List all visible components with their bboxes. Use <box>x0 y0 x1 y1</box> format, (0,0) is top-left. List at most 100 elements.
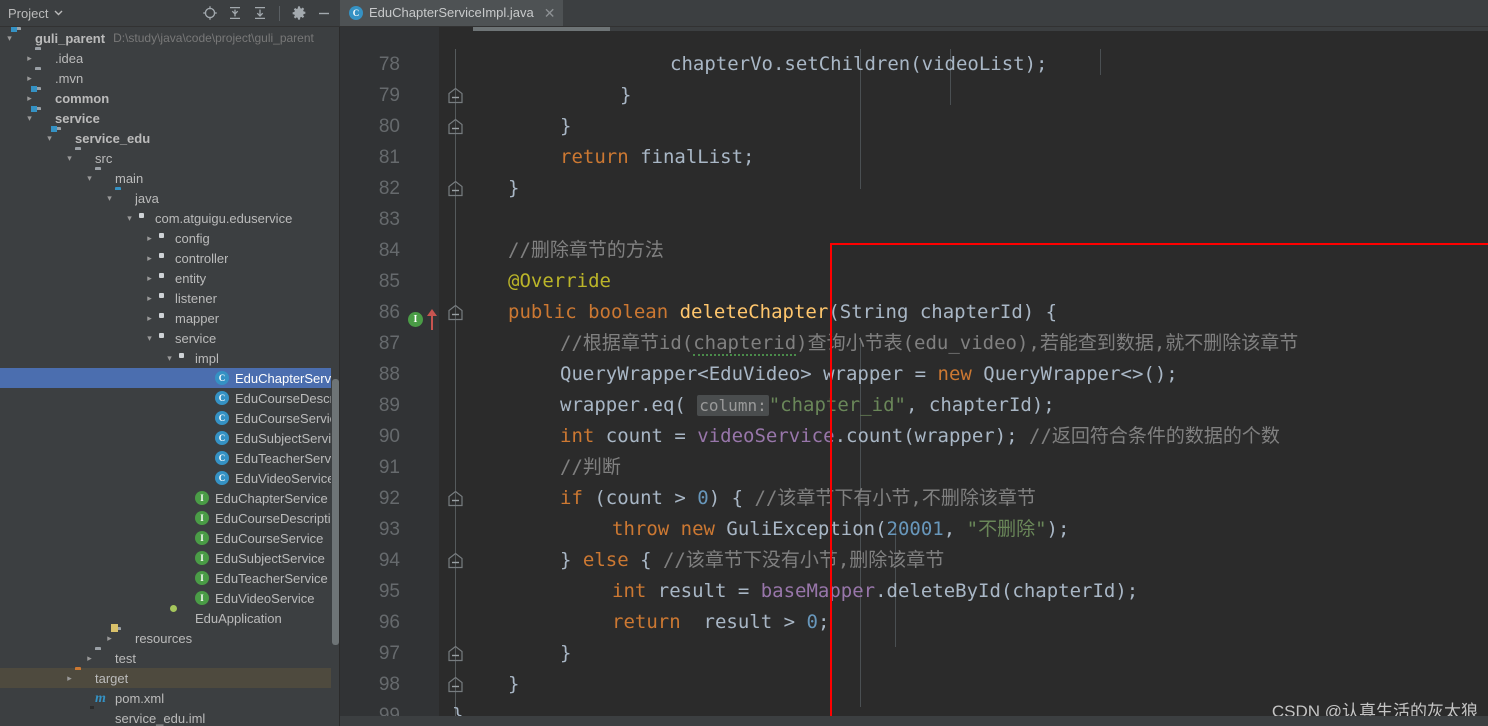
code-fold-marker-icon[interactable] <box>447 118 464 135</box>
tree-expander-icon[interactable]: ▾ <box>84 173 95 184</box>
editor-line-78[interactable]: 78 chapterVo.setChildren(videoList); <box>340 49 1488 80</box>
tree-node-service-edu-iml[interactable]: ▸service_edu.iml <box>0 708 340 726</box>
gear-icon[interactable] <box>291 5 307 21</box>
code-fold-marker-icon[interactable] <box>447 304 464 321</box>
tree-node-educourseserviceimpl[interactable]: ▸CEduCourseServiceImpl <box>0 408 340 428</box>
tree-expander-icon[interactable]: ▸ <box>24 73 35 84</box>
editor-line-87[interactable]: 87 //根据章节id(chapterid)查询小节表(edu_video),若能… <box>340 328 1488 359</box>
tree-expander-icon[interactable]: ▸ <box>64 673 75 684</box>
editor-horizontal-scrollbar[interactable] <box>340 27 1488 31</box>
tree-expander-icon[interactable]: ▾ <box>4 33 15 44</box>
locate-target-icon[interactable] <box>202 5 218 21</box>
tree-node-educhapterserviceimpl[interactable]: ▸CEduChapterServiceImpl <box>0 368 340 388</box>
editor-line-81[interactable]: 81 return finalList; <box>340 142 1488 173</box>
project-toolwindow-title[interactable]: Project <box>8 6 48 21</box>
tree-node-main[interactable]: ▾ main <box>0 168 340 188</box>
tree-node-service-edu[interactable]: ▾ service_edu <box>0 128 340 148</box>
tree-node-educoursedescriptionserviceimpl[interactable]: ▸CEduCourseDescriptionServiceImpl <box>0 388 340 408</box>
tree-node-config[interactable]: ▸ config <box>0 228 340 248</box>
tree-node--mvn[interactable]: ▸ .mvn <box>0 68 340 88</box>
tree-node-java[interactable]: ▾ java <box>0 188 340 208</box>
editor-line-80[interactable]: 80} <box>340 111 1488 142</box>
arrow-up-icon[interactable] <box>425 307 439 335</box>
tree-expander-icon[interactable]: ▾ <box>164 353 175 364</box>
editor-tab-educhapterserviceimpl[interactable]: C EduChapterServiceImpl.java ✕ <box>340 0 564 26</box>
editor-line-86[interactable]: 86 public boolean deleteChapter(String ch… <box>340 297 1488 328</box>
tree-node-common[interactable]: ▸ common <box>0 88 340 108</box>
editor-line-98[interactable]: 98} <box>340 669 1488 700</box>
tree-node-com-atguigu-eduservice[interactable]: ▾ com.atguigu.eduservice <box>0 208 340 228</box>
scrollbar-thumb[interactable] <box>332 379 339 645</box>
tree-node-eduapplication[interactable]: ▸EduApplication <box>0 608 340 628</box>
tree-node-educoursedescriptionservice[interactable]: ▸IEduCourseDescriptionService <box>0 508 340 528</box>
editor-line-91[interactable]: 91 //判断 <box>340 452 1488 483</box>
tree-node-label: src <box>95 150 113 166</box>
chevron-down-icon[interactable] <box>54 8 63 19</box>
tree-expander-icon[interactable]: ▸ <box>24 93 35 104</box>
code-editor[interactable]: 78 chapterVo.setChildren(videoList); 79} 80… <box>340 27 1488 726</box>
tree-node-guli-parent[interactable]: ▾ guli_parent D:\study\java\code\project\g… <box>0 28 340 48</box>
tree-expander-icon[interactable]: ▸ <box>144 273 155 284</box>
tree-node-eduteacherserviceimpl[interactable]: ▸CEduTeacherServiceImpl <box>0 448 340 468</box>
editor-line-90[interactable]: 90 int count = videoService.count(wrapper… <box>340 421 1488 452</box>
implements-method-icon[interactable]: I <box>408 312 423 327</box>
editor-line-95[interactable]: 95 int result = baseMapper.deleteById(cha… <box>340 576 1488 607</box>
tree-expander-icon[interactable]: ▾ <box>44 133 55 144</box>
editor-line-83[interactable]: 83 <box>340 204 1488 235</box>
tree-node-eduvideoservice[interactable]: ▸IEduVideoService <box>0 588 340 608</box>
code-fold-marker-icon[interactable] <box>447 552 464 569</box>
editor-line-92[interactable]: 92 if (count > 0) { //该章节下有小节,不删除该章节 <box>340 483 1488 514</box>
tree-node-resources[interactable]: ▸ resources <box>0 628 340 648</box>
tree-node-eduteacherservice[interactable]: ▸IEduTeacherService <box>0 568 340 588</box>
editor-line-94[interactable]: 94} else { //该章节下没有小节,删除该章节 <box>340 545 1488 576</box>
tree-expander-icon[interactable]: ▾ <box>24 113 35 124</box>
tree-node-entity[interactable]: ▸ entity <box>0 268 340 288</box>
collapse-all-icon[interactable] <box>252 5 268 21</box>
tree-expander-icon[interactable]: ▾ <box>104 193 115 204</box>
tree-node-edusubjectservice[interactable]: ▸IEduSubjectService <box>0 548 340 568</box>
tree-node-pom-xml[interactable]: ▸mpom.xml <box>0 688 340 708</box>
tree-node-mapper[interactable]: ▸ mapper <box>0 308 340 328</box>
minimize-icon[interactable] <box>316 5 332 21</box>
tree-expander-icon[interactable]: ▸ <box>144 233 155 244</box>
code-fold-marker-icon[interactable] <box>447 87 464 104</box>
editor-line-89[interactable]: 89 wrapper.eq( column: "chapter_id", chapt… <box>340 390 1488 421</box>
tree-node-target[interactable]: ▸ target <box>0 668 340 688</box>
tree-node-service[interactable]: ▾ service <box>0 108 340 128</box>
project-tree-panel[interactable]: ▾ guli_parent D:\study\java\code\project\g… <box>0 27 340 726</box>
tree-node-listener[interactable]: ▸ listener <box>0 288 340 308</box>
editor-line-79[interactable]: 79} <box>340 80 1488 111</box>
editor-line-84[interactable]: 84 //删除章节的方法 <box>340 235 1488 266</box>
tree-expander-icon[interactable]: ▸ <box>84 653 95 664</box>
tree-node-educourseservice[interactable]: ▸IEduCourseService <box>0 528 340 548</box>
tree-node-eduvideoserviceimpl[interactable]: ▸CEduVideoServiceImpl <box>0 468 340 488</box>
tree-expander-icon[interactable]: ▸ <box>144 293 155 304</box>
code-fold-marker-icon[interactable] <box>447 490 464 507</box>
editor-line-96[interactable]: 96 return result > 0; <box>340 607 1488 638</box>
tree-node--idea[interactable]: ▸ .idea <box>0 48 340 68</box>
tree-node-impl[interactable]: ▾ impl <box>0 348 340 368</box>
tree-node-controller[interactable]: ▸ controller <box>0 248 340 268</box>
editor-line-85[interactable]: 85 @Override <box>340 266 1488 297</box>
tree-node-service[interactable]: ▾ service <box>0 328 340 348</box>
tree-node-src[interactable]: ▾ src <box>0 148 340 168</box>
editor-line-97[interactable]: 97} <box>340 638 1488 669</box>
tree-expander-icon[interactable]: ▸ <box>144 253 155 264</box>
tree-node-test[interactable]: ▸ test <box>0 648 340 668</box>
close-icon[interactable]: ✕ <box>544 6 556 20</box>
tree-expander-icon[interactable]: ▾ <box>64 153 75 164</box>
tree-expander-icon[interactable]: ▾ <box>144 333 155 344</box>
code-fold-marker-icon[interactable] <box>447 645 464 662</box>
tree-node-educhapterservice[interactable]: ▸IEduChapterService <box>0 488 340 508</box>
tree-expander-icon[interactable]: ▸ <box>144 313 155 324</box>
editor-line-93[interactable]: 93 throw new GuliException(20001, "不删除"); <box>340 514 1488 545</box>
code-fold-marker-icon[interactable] <box>447 180 464 197</box>
tree-expander-icon[interactable]: ▸ <box>104 633 115 644</box>
code-fold-marker-icon[interactable] <box>447 676 464 693</box>
editor-line-82[interactable]: 82} <box>340 173 1488 204</box>
tree-expander-icon[interactable]: ▾ <box>124 213 135 224</box>
tree-expander-icon[interactable]: ▸ <box>24 53 35 64</box>
expand-all-icon[interactable] <box>227 5 243 21</box>
editor-line-88[interactable]: 88 QueryWrapper<EduVideo> wrapper = new Q… <box>340 359 1488 390</box>
tree-node-edusubjectserviceimpl[interactable]: ▸CEduSubjectServiceImpl <box>0 428 340 448</box>
